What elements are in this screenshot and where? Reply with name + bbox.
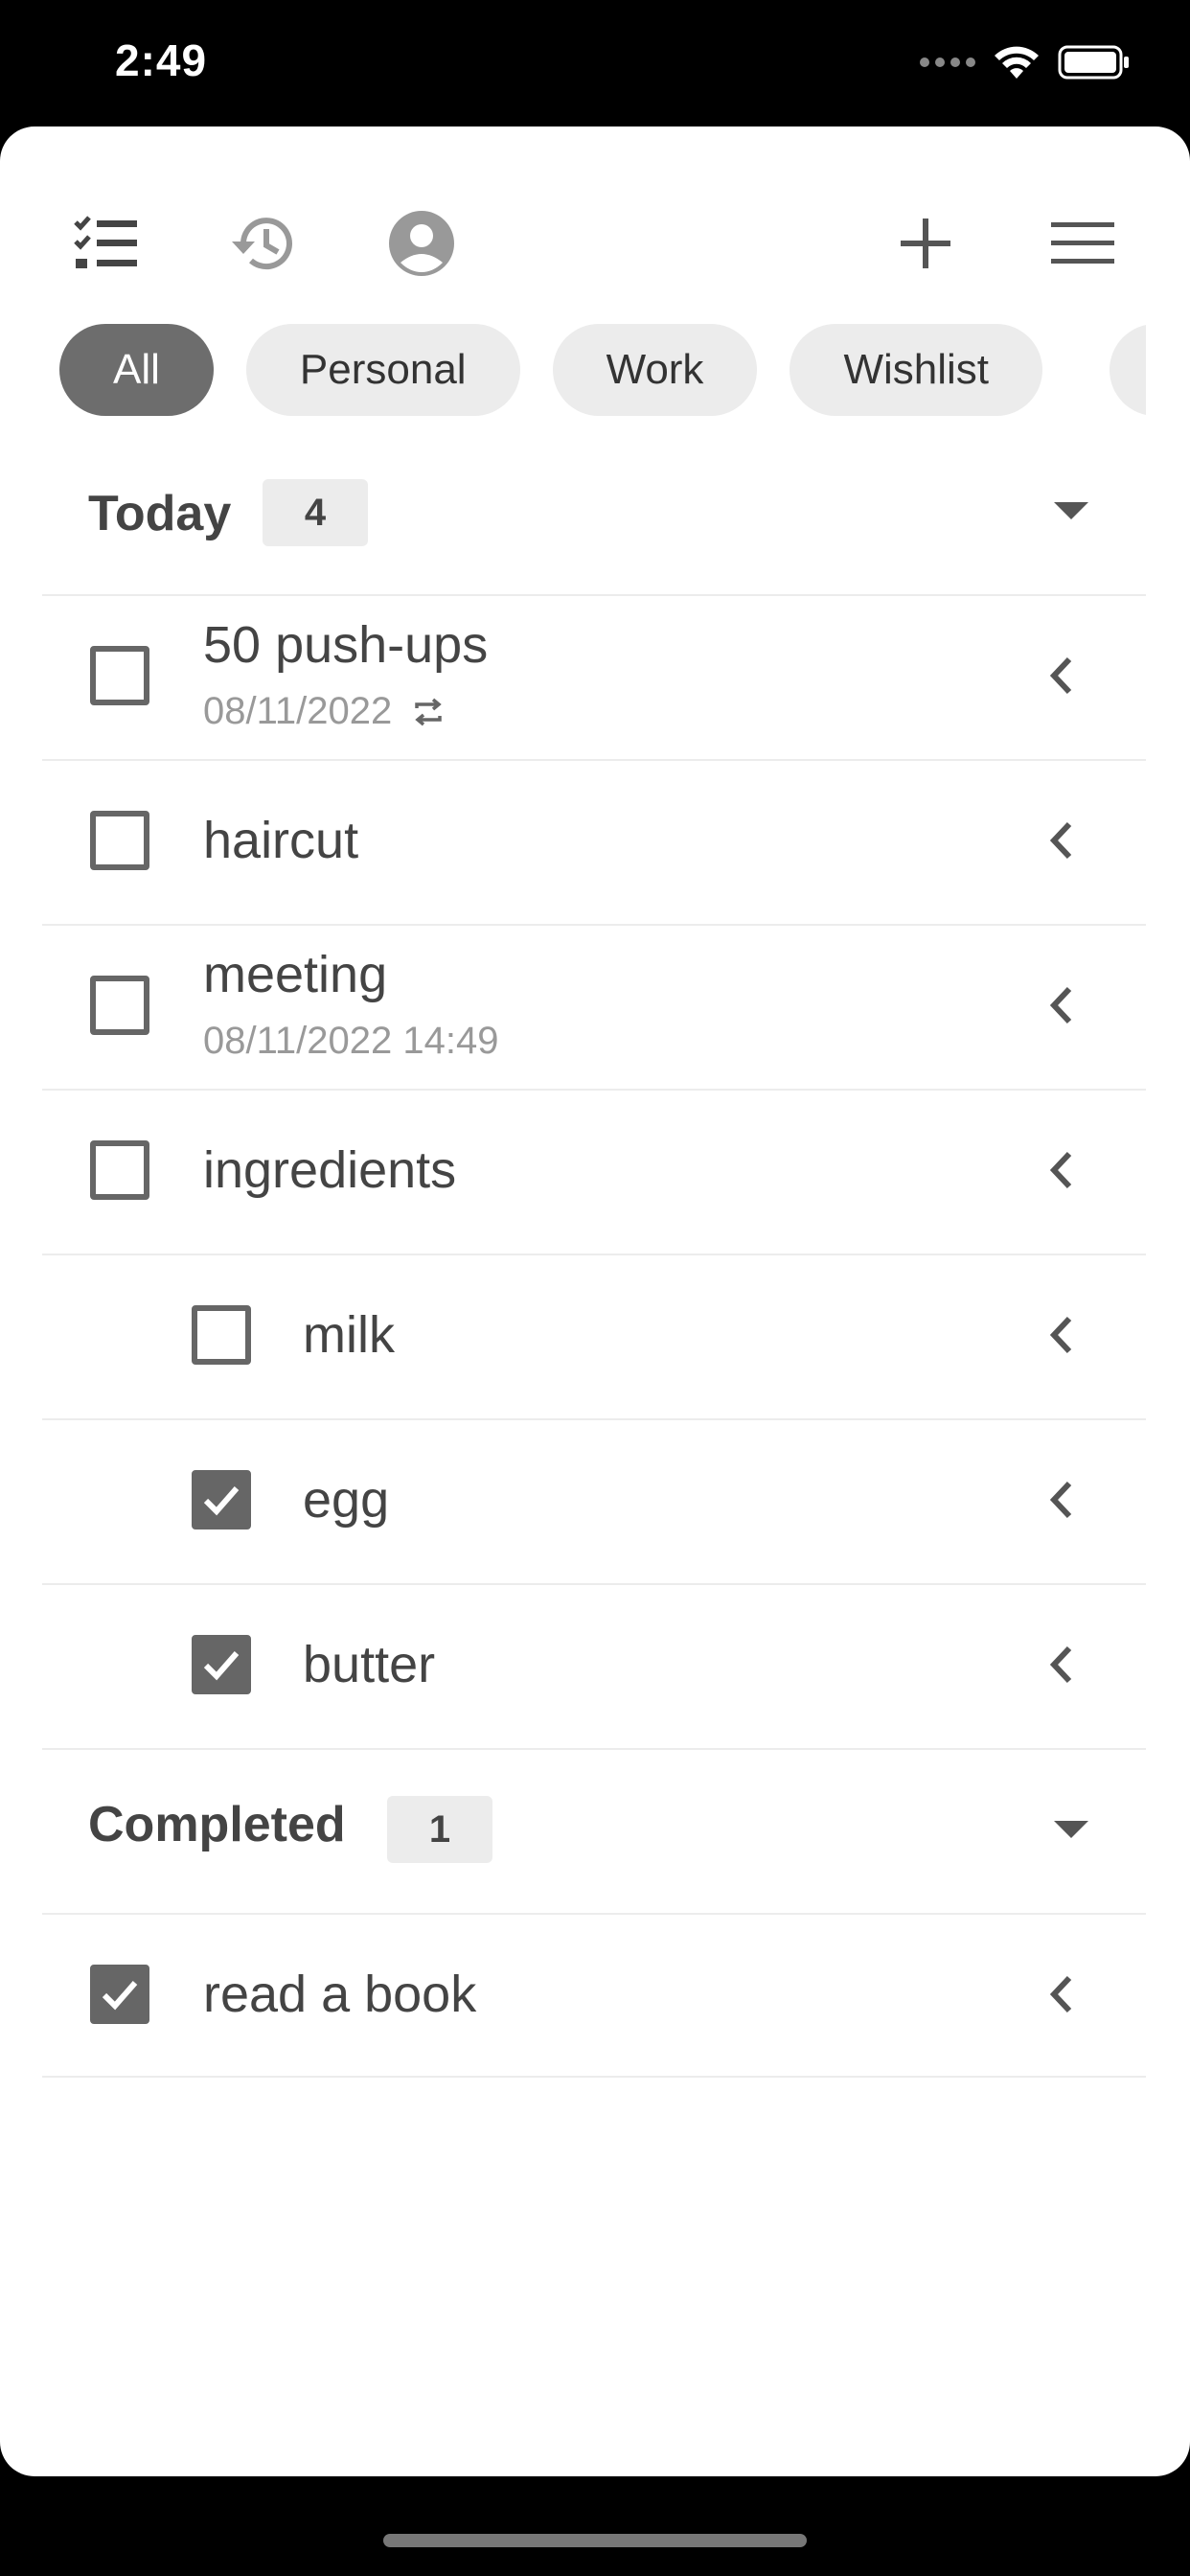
check-icon xyxy=(203,1651,240,1681)
check-icon xyxy=(203,1486,240,1516)
cellular-signal-icon xyxy=(920,58,975,67)
subtask-row[interactable]: egg xyxy=(42,1418,1146,1583)
chip-personal[interactable]: Personal xyxy=(245,324,520,416)
task-checkbox-checked[interactable] xyxy=(90,1965,149,2024)
task-title: meeting xyxy=(203,946,388,1003)
collapse-caret-icon[interactable] xyxy=(1054,1821,1088,1838)
task-checkbox-checked[interactable] xyxy=(192,1470,251,1530)
section-title: Today xyxy=(88,486,232,541)
task-title: butter xyxy=(303,1636,436,1693)
check-icon xyxy=(102,1981,138,2011)
task-title: egg xyxy=(303,1471,390,1529)
task-checkbox-checked[interactable] xyxy=(192,1635,251,1694)
chevron-left-icon[interactable] xyxy=(1039,816,1087,864)
task-title: milk xyxy=(303,1306,395,1364)
menu-button[interactable] xyxy=(1035,196,1131,291)
chevron-left-icon[interactable] xyxy=(1039,1641,1087,1689)
task-checkbox[interactable] xyxy=(90,811,149,870)
account-button[interactable] xyxy=(374,196,469,291)
history-button[interactable] xyxy=(215,196,310,291)
toolbar xyxy=(0,126,1190,318)
task-subtitle: 08/11/2022 14:49 xyxy=(203,1020,499,1062)
task-row[interactable]: ingredients xyxy=(42,1089,1146,1254)
add-task-button[interactable] xyxy=(878,196,973,291)
account-icon xyxy=(389,211,454,276)
section-header-today[interactable]: Today 4 xyxy=(42,448,1146,573)
home-indicator[interactable] xyxy=(383,2534,807,2547)
chevron-left-icon[interactable] xyxy=(1039,1970,1087,2018)
section-title: Completed xyxy=(88,1797,346,1852)
section-count-badge: 1 xyxy=(387,1796,492,1863)
task-checkbox[interactable] xyxy=(90,1140,149,1200)
task-row[interactable]: haircut xyxy=(42,759,1146,924)
chip-work[interactable]: Work xyxy=(552,324,758,416)
task-title: ingredients xyxy=(203,1141,457,1199)
chip-overflow-mask xyxy=(1146,309,1190,433)
chevron-left-icon[interactable] xyxy=(1039,1476,1087,1524)
wifi-icon xyxy=(995,46,1039,79)
subtask-row[interactable]: butter xyxy=(42,1583,1146,1748)
task-subtitle: 08/11/2022 xyxy=(203,690,446,733)
battery-icon xyxy=(1058,45,1129,80)
chevron-left-icon[interactable] xyxy=(1039,1146,1087,1194)
section-count-badge: 4 xyxy=(263,479,368,546)
task-checkbox[interactable] xyxy=(192,1305,251,1365)
task-checkbox[interactable] xyxy=(90,646,149,705)
repeat-icon xyxy=(415,698,442,725)
subtask-row[interactable]: milk xyxy=(42,1254,1146,1418)
task-row[interactable]: 50 push-ups 08/11/2022 xyxy=(42,594,1146,759)
menu-icon xyxy=(1051,222,1114,264)
task-row[interactable]: read a book xyxy=(42,1913,1146,2078)
chevron-left-icon[interactable] xyxy=(1039,981,1087,1029)
checklist-icon xyxy=(74,216,137,268)
status-time: 2:49 xyxy=(115,35,208,85)
task-title: haircut xyxy=(203,812,359,869)
task-date: 08/11/2022 xyxy=(203,690,393,732)
chevron-left-icon[interactable] xyxy=(1039,652,1087,700)
filter-chips: All Personal Work Wishlist xyxy=(59,324,1042,416)
add-icon xyxy=(901,218,950,268)
section-header-completed[interactable]: Completed 1 xyxy=(42,1748,1146,1913)
collapse-caret-icon[interactable] xyxy=(1054,502,1088,519)
task-title: 50 push-ups xyxy=(203,616,489,674)
chip-all[interactable]: All xyxy=(59,324,214,416)
chevron-left-icon[interactable] xyxy=(1039,1311,1087,1359)
chip-wishlist[interactable]: Wishlist xyxy=(790,324,1042,416)
checklist-button[interactable] xyxy=(57,196,153,291)
main-sheet: All Personal Work Wishlist Today 4 50 pu… xyxy=(0,126,1190,2476)
status-icons xyxy=(920,44,1131,80)
history-icon xyxy=(232,218,292,270)
task-checkbox[interactable] xyxy=(90,976,149,1035)
status-bar: 2:49 xyxy=(0,0,1190,126)
task-row[interactable]: meeting 08/11/2022 14:49 xyxy=(42,924,1146,1089)
task-title: read a book xyxy=(203,1966,477,2023)
